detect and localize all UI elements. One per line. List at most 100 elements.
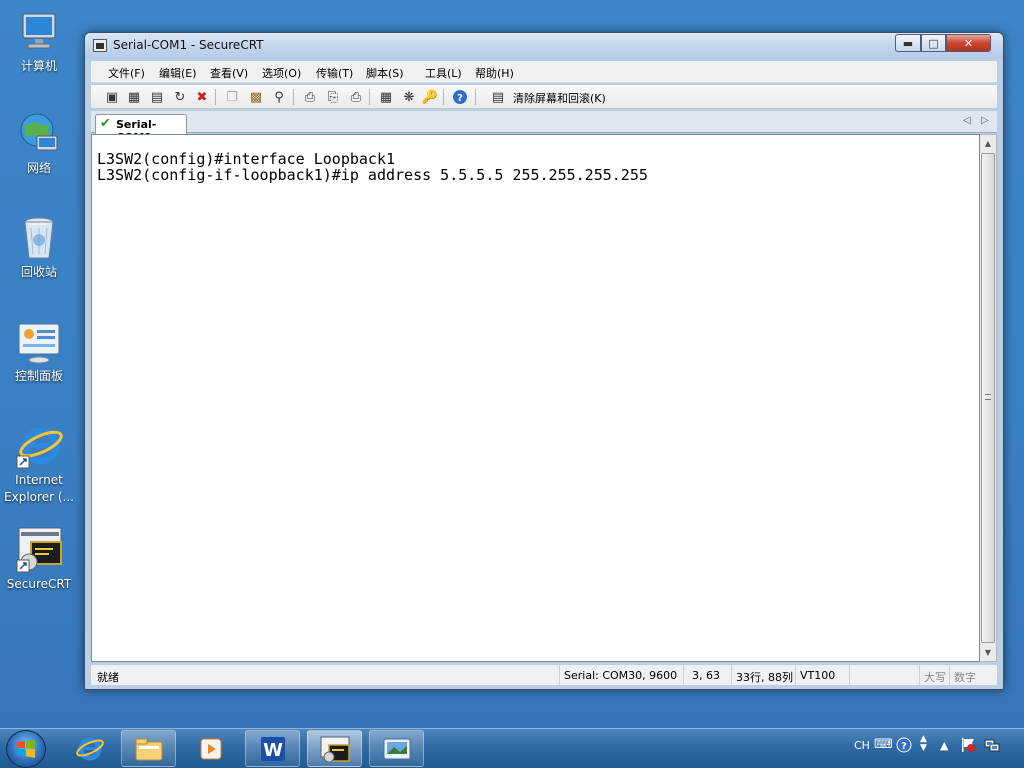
status-caps: 大写 [919,665,951,685]
action-center-flag-icon[interactable] [960,737,976,756]
global-options-icon[interactable]: ❋ [400,88,418,106]
menu-edit[interactable]: 编辑(E) [159,65,197,81]
menu-transfer[interactable]: 传输(T) [316,65,353,81]
ime-options-icon[interactable]: ▲ ▼ [920,735,927,753]
keyboard-icon[interactable]: ⌨ [874,737,893,752]
taskbar-wps-writer[interactable]: W [245,730,300,767]
taskbar-securecrt[interactable] [307,730,362,767]
desktop-icon-label: Internet Explorer (... [4,473,74,504]
toolbar-separator [443,89,444,105]
vertical-scrollbar[interactable]: ▲ ▼ [980,134,997,662]
picture-viewer-icon [383,738,410,759]
title-bar[interactable]: Serial-COM1 - SecureCRT ▬ □ ✕ [85,33,1003,59]
desktop-icon-label: 网络 [26,161,51,175]
connected-check-icon: ✔ [100,116,111,131]
scroll-down-arrow-icon[interactable]: ▼ [980,644,996,661]
show-hidden-icons-icon[interactable]: ▲ [940,739,948,752]
taskbar: W CH ⌨ ? ▲ ▼ ▲ [0,728,1024,768]
quick-connect-icon[interactable]: ▦ [125,88,143,106]
tab-scroll-right-icon[interactable]: ▷ [981,115,989,126]
print-icon[interactable]: ⎙ [301,88,319,106]
ime-help-icon[interactable]: ? [896,737,912,756]
terminal-line: L3SW2(config-if-loopback1)#ip address 5.… [97,166,648,184]
desktop-icon-internet-explorer[interactable]: Internet Explorer (... [0,422,78,506]
help-icon[interactable]: ? [451,88,469,106]
tab-serial-com1[interactable]: ✔ Serial-COM1 [95,114,187,144]
status-ready: 就绪 [97,671,119,684]
status-cursor: 3, 63 [683,665,731,685]
menu-script[interactable]: 脚本(S) [366,65,404,81]
securecrt-icon [320,736,350,762]
status-blank [849,665,919,685]
network-tray-icon[interactable] [984,737,1000,756]
svg-text:?: ? [901,741,907,752]
status-size: 33行, 88列 [731,665,795,685]
svg-text:W: W [263,740,283,761]
computer-icon [15,8,63,56]
menu-view[interactable]: 查看(V) [210,65,248,81]
terminal-output[interactable]: L3SW2(config)#interface Loopback1 L3SW2(c… [91,134,980,662]
language-indicator[interactable]: CH [854,739,870,752]
menu-help[interactable]: 帮助(H) [475,65,514,81]
reconnect-icon[interactable]: ↻ [171,88,189,106]
status-num: 数字 [949,665,983,685]
desktop-icon-computer[interactable]: 计算机 [0,8,78,75]
print-screen-icon[interactable]: ⎙ [347,88,365,106]
taskbar-picture-viewer[interactable] [369,730,424,767]
window-title: Serial-COM1 - SecureCRT [113,38,264,52]
menu-bar: 文件(F) 编辑(E) 查看(V) 选项(O) 传输(T) 脚本(S) 工具(L… [91,61,997,83]
status-emulation: VT100 [795,665,849,685]
toolbar-separator [369,89,370,105]
scroll-up-arrow-icon[interactable]: ▲ [980,135,996,152]
app-icon[interactable] [93,39,107,52]
taskbar-media-player[interactable] [183,730,238,767]
find-icon[interactable]: ⚲ [270,88,288,106]
desktop-icon-label: 控制面板 [14,369,63,383]
network-icon [15,110,63,158]
disconnect-icon[interactable]: ✖ [193,88,211,106]
connect-icon[interactable]: ▣ [103,88,121,106]
start-button[interactable] [6,730,46,768]
toolbar-separator [215,89,216,105]
tab-scroll-left-icon[interactable]: ◁ [963,115,971,126]
paste-icon[interactable]: ▩ [247,88,265,106]
desktop-icon-network[interactable]: 网络 [0,110,78,177]
desktop-icon-recycle-bin[interactable]: 回收站 [0,214,78,281]
close-button[interactable]: ✕ [946,34,991,52]
connect-tab-icon[interactable]: ▤ [148,88,166,106]
clear-screen-button-label[interactable]: 清除屏幕和回滚(K) [513,90,606,106]
scroll-grip [985,394,991,400]
toolbar-separator [293,89,294,105]
desktop-icon-securecrt[interactable]: SecureCRT [0,526,78,593]
print-selection-icon[interactable]: ⎘ [324,88,342,106]
copy-icon[interactable]: ❐ [223,88,241,106]
close-icon: ✕ [963,36,974,50]
desktop-icon-control-panel[interactable]: 控制面板 [0,318,78,385]
toolbar-separator [475,89,476,105]
session-options-icon[interactable]: ▦ [377,88,395,106]
windows-logo-icon [17,740,35,758]
tab-bar: ✔ Serial-COM1 ◁ ▷ [91,111,997,144]
status-bar: 就绪 Serial: COM30, 9600 3, 63 33行, 88列 VT… [91,665,997,685]
media-player-icon [200,738,221,759]
minimize-button[interactable]: ▬ [895,34,921,52]
menu-options[interactable]: 选项(O) [262,65,301,81]
internet-explorer-icon [15,422,63,470]
menu-tools[interactable]: 工具(L) [425,65,462,81]
maximize-button[interactable]: □ [921,34,946,52]
clear-screen-icon[interactable]: ▤ [489,88,507,106]
wps-writer-icon: W [260,736,285,761]
securecrt-icon [15,526,63,574]
internet-explorer-icon [75,737,104,760]
folder-icon [135,738,162,760]
status-connection: Serial: COM30, 9600 [559,665,683,685]
menu-file[interactable]: 文件(F) [108,65,145,81]
toolbar: ▣ ▦ ▤ ↻ ✖ ❐ ▩ ⚲ ⎙ ⎘ ⎙ ▦ ❋ 🔑 ? ▤ 清除屏幕和回滚(… [91,85,997,109]
taskbar-explorer[interactable] [121,730,176,767]
scroll-thumb[interactable] [981,153,995,643]
keymap-icon[interactable]: 🔑 [421,88,439,106]
desktop-icon-label: 回收站 [20,265,57,279]
taskbar-ie[interactable] [62,730,117,767]
desktop-icon-label: 计算机 [20,59,57,73]
recycle-bin-icon [15,214,63,262]
